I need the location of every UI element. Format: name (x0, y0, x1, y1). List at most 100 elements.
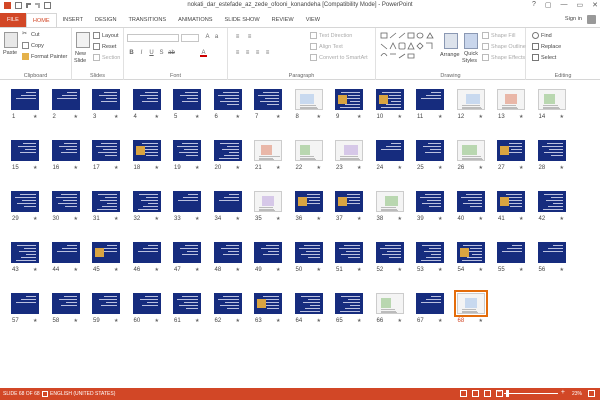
transition-star-icon[interactable]: ★ (74, 114, 78, 120)
transition-star-icon[interactable]: ★ (236, 267, 240, 273)
arrange-button[interactable]: Arrange (440, 52, 460, 58)
tab-review[interactable]: REVIEW (266, 13, 300, 27)
slide-thumbnail[interactable]: 61 ★ (173, 293, 201, 324)
select-button[interactable]: Select (532, 54, 556, 61)
tab-slide-show[interactable]: SLIDE SHOW (219, 13, 266, 27)
slide-thumbnail[interactable]: 8 ★ (294, 89, 323, 120)
slide-thumbnail[interactable]: 41 ★ (497, 191, 525, 222)
tab-file[interactable]: FILE (0, 13, 26, 27)
slide-thumbnail[interactable]: 57 ★ (11, 293, 39, 324)
new-slide-icon[interactable] (76, 32, 90, 48)
transition-star-icon[interactable]: ★ (357, 216, 361, 222)
transition-star-icon[interactable]: ★ (398, 318, 402, 324)
transition-star-icon[interactable]: ★ (33, 216, 37, 222)
align-left-icon[interactable]: ≡ (234, 50, 241, 57)
shapes-gallery[interactable] (380, 32, 438, 62)
fit-slide-icon[interactable] (588, 390, 595, 397)
increase-font-icon[interactable]: A (204, 34, 211, 41)
transition-star-icon[interactable]: ★ (276, 165, 280, 171)
transition-star-icon[interactable]: ★ (74, 267, 78, 273)
transition-star-icon[interactable]: ★ (398, 165, 402, 171)
slide-thumbnail[interactable]: 19 ★ (173, 140, 201, 171)
transition-star-icon[interactable]: ★ (33, 165, 37, 171)
account-icon[interactable] (587, 15, 596, 24)
transition-star-icon[interactable]: ★ (155, 165, 159, 171)
zoom-slider[interactable]: − + (497, 389, 565, 398)
reading-view-icon[interactable] (484, 390, 491, 397)
quick-styles-button[interactable]: Quick (464, 51, 478, 57)
bullets-icon[interactable]: ≡ (234, 34, 241, 41)
slide-thumbnail[interactable]: 63 ★ (254, 293, 282, 324)
slide-thumbnail[interactable]: 26 ★ (456, 140, 485, 171)
transition-star-icon[interactable]: ★ (317, 216, 321, 222)
shape-effects-button[interactable]: Shape Effects (482, 54, 525, 61)
slide-thumbnail[interactable]: 34 ★ (213, 191, 242, 222)
slide-thumbnail[interactable]: 22 ★ (294, 140, 323, 171)
slide-thumbnail[interactable]: 32 ★ (132, 191, 161, 222)
slide-thumbnail[interactable]: 1 ★ (11, 89, 39, 120)
slide-thumbnail[interactable]: 58 ★ (51, 293, 80, 324)
transition-star-icon[interactable]: ★ (398, 216, 402, 222)
new-slide-dropdown[interactable]: Slide (74, 58, 86, 64)
normal-view-icon[interactable] (460, 390, 467, 397)
transition-star-icon[interactable]: ★ (560, 267, 564, 273)
slide-thumbnail[interactable]: 18 ★ (132, 140, 161, 171)
transition-star-icon[interactable]: ★ (236, 114, 240, 120)
shape-fill-button[interactable]: Shape Fill (482, 32, 515, 39)
slide-thumbnail[interactable]: 27 ★ (497, 140, 525, 171)
slide-thumbnail[interactable]: 13 ★ (497, 89, 525, 120)
bold-icon[interactable]: B (128, 50, 135, 57)
transition-star-icon[interactable]: ★ (33, 267, 37, 273)
transition-star-icon[interactable]: ★ (155, 318, 159, 324)
slide-thumbnail[interactable]: 10 ★ (375, 89, 404, 120)
align-text-button[interactable]: Align Text (310, 43, 343, 50)
transition-star-icon[interactable]: ★ (317, 267, 321, 273)
transition-star-icon[interactable]: ★ (438, 318, 442, 324)
transition-star-icon[interactable]: ★ (74, 216, 78, 222)
slide-thumbnail[interactable]: 60 ★ (132, 293, 161, 324)
transition-star-icon[interactable]: ★ (195, 216, 199, 222)
zoom-thumb[interactable] (506, 390, 510, 397)
quick-styles-dropdown[interactable]: Styles (462, 58, 477, 64)
transition-star-icon[interactable]: ★ (33, 114, 37, 120)
slide-thumbnail[interactable]: 15 ★ (11, 140, 39, 171)
slide-thumbnail[interactable]: 29 ★ (11, 191, 39, 222)
tab-transitions[interactable]: TRANSITIONS (122, 13, 172, 27)
underline-icon[interactable]: U (148, 50, 155, 57)
ribbon-display-button[interactable]: ▢ (545, 1, 552, 9)
transition-star-icon[interactable]: ★ (195, 114, 199, 120)
slide-thumbnail[interactable]: 9 ★ (335, 89, 363, 120)
transition-star-icon[interactable]: ★ (479, 165, 483, 171)
transition-star-icon[interactable]: ★ (438, 267, 442, 273)
slide-thumbnail[interactable]: 33 ★ (173, 191, 201, 222)
slide-thumbnail[interactable]: 20 ★ (213, 140, 242, 171)
slide-thumbnail[interactable]: 47 ★ (173, 242, 201, 273)
shadow-icon[interactable]: S (158, 50, 165, 57)
slide-thumbnail[interactable]: 48 ★ (213, 242, 242, 273)
slide-thumbnail[interactable]: 25 ★ (416, 140, 444, 171)
new-slide-button[interactable]: New (75, 51, 86, 57)
slide-sorter-view-icon[interactable] (472, 390, 479, 397)
paste-icon[interactable] (4, 32, 18, 48)
quick-styles-icon[interactable] (464, 33, 478, 49)
format-painter-button[interactable]: Format Painter (22, 53, 67, 60)
slide-thumbnail[interactable]: 59 ★ (92, 293, 120, 324)
slide-thumbnail[interactable]: 65 ★ (335, 293, 363, 324)
transition-star-icon[interactable]: ★ (276, 114, 280, 120)
slide-thumbnail[interactable]: 14 ★ (537, 89, 566, 120)
transition-star-icon[interactable]: ★ (519, 267, 523, 273)
tab-view[interactable]: VIEW (300, 13, 326, 27)
convert-smartart-button[interactable]: Convert to SmartArt (310, 54, 368, 61)
transition-star-icon[interactable]: ★ (317, 114, 321, 120)
transition-star-icon[interactable]: ★ (195, 318, 199, 324)
reset-button[interactable]: Reset (93, 43, 116, 50)
arrange-icon[interactable] (444, 33, 458, 49)
transition-star-icon[interactable]: ★ (519, 216, 523, 222)
transition-star-icon[interactable]: ★ (114, 318, 118, 324)
slide-thumbnail[interactable]: 67 ★ (416, 293, 444, 324)
strikethrough-icon[interactable]: ab (168, 50, 175, 57)
slide-thumbnail[interactable]: 12 ★ (456, 89, 485, 120)
shape-outline-button[interactable]: Shape Outline (482, 43, 526, 50)
transition-star-icon[interactable]: ★ (276, 267, 280, 273)
slide-thumbnail[interactable]: 24 ★ (375, 140, 404, 171)
